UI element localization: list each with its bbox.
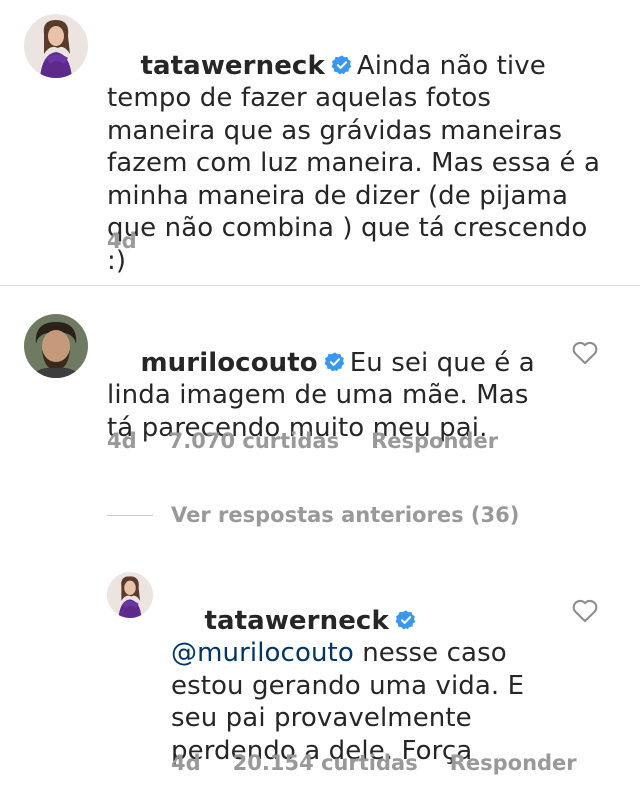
comment-meta: 4d 7.070 curtidas Responder xyxy=(107,429,498,453)
replies-divider-line xyxy=(107,514,153,516)
reply-meta: 4d 20.154 curtidas Responder xyxy=(171,751,577,775)
heart-outline-icon[interactable] xyxy=(571,339,599,365)
avatar[interactable] xyxy=(24,314,88,378)
avatar[interactable] xyxy=(107,572,153,618)
view-replies-label[interactable]: Ver respostas anteriores (36) xyxy=(171,503,519,527)
reply-username[interactable]: tatawerneck xyxy=(204,606,388,636)
comment-likes[interactable]: 7.070 curtidas xyxy=(169,429,339,453)
avatar-image xyxy=(24,314,88,378)
reply-mention-link[interactable]: @murilocouto xyxy=(171,638,354,668)
verified-badge-icon xyxy=(324,351,345,371)
caption-username[interactable]: tatawerneck xyxy=(140,51,324,81)
post-caption: tatawerneck Ainda não tive tempo de fazer… xyxy=(0,0,640,285)
caption-text-block: tatawerneck Ainda não tive tempo de fazer… xyxy=(107,17,607,310)
comment-username[interactable]: murilocouto xyxy=(140,348,317,378)
caption-timestamp: 4d xyxy=(107,229,137,253)
reply-timestamp: 4d xyxy=(171,751,201,775)
comment-reply-button[interactable]: Responder xyxy=(371,429,498,453)
heart-outline-icon[interactable] xyxy=(571,597,599,623)
reply-likes[interactable]: 20.154 curtidas xyxy=(233,751,418,775)
caption-text: Ainda não tive tempo de fazer aquelas fo… xyxy=(107,50,609,276)
avatar-image xyxy=(107,572,153,618)
caption-meta: 4d xyxy=(107,229,137,253)
comment-timestamp: 4d xyxy=(107,429,137,453)
avatar-image xyxy=(24,14,88,78)
reply-reply-button[interactable]: Responder xyxy=(450,751,577,775)
view-previous-replies[interactable]: Ver respostas anteriores (36) xyxy=(107,500,519,530)
avatar[interactable] xyxy=(24,14,88,78)
verified-badge-icon xyxy=(395,609,416,629)
caption-divider xyxy=(0,285,640,286)
verified-badge-icon xyxy=(331,54,352,74)
